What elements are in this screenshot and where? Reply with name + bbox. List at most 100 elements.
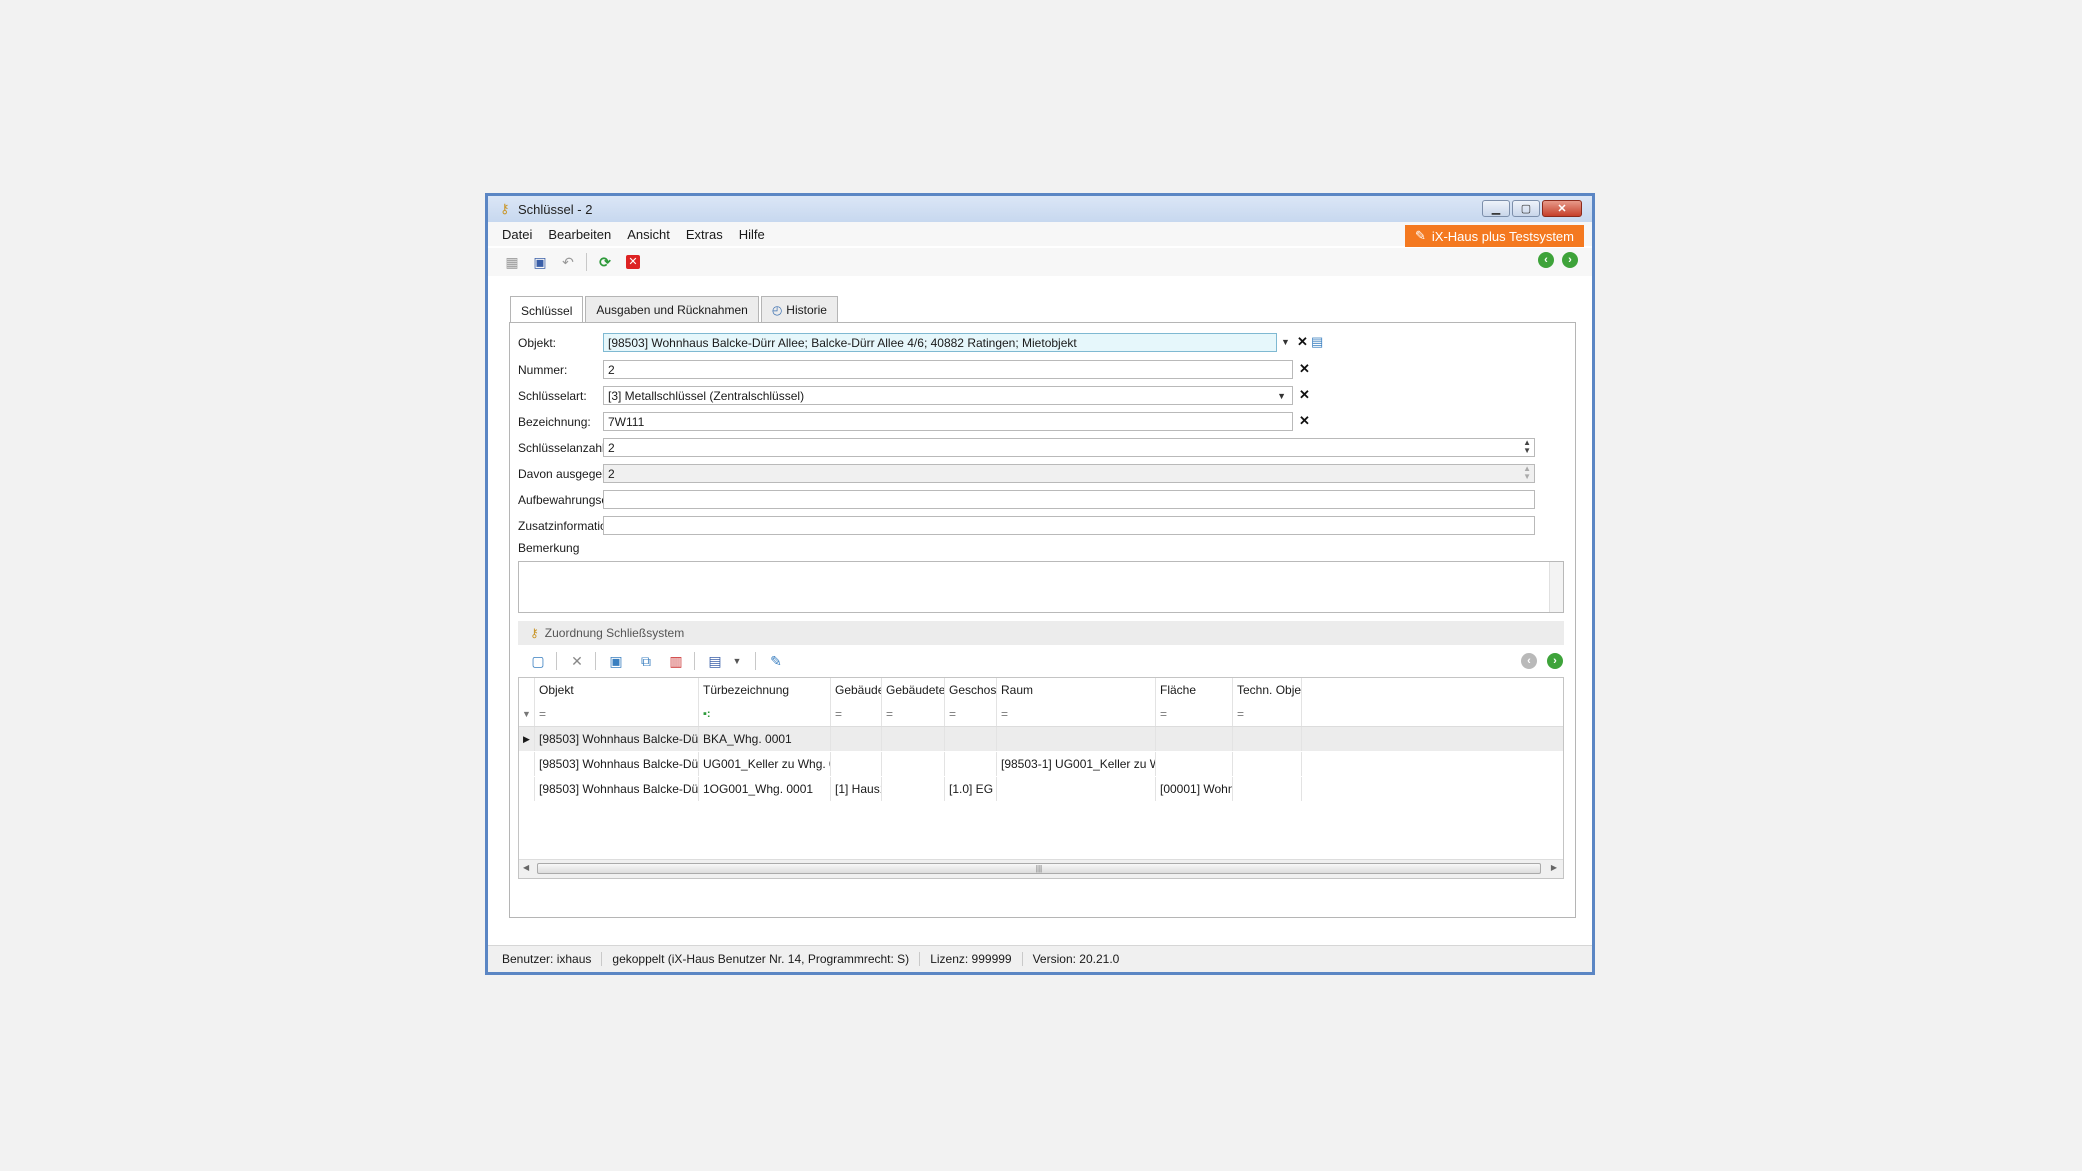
remove-icon[interactable]: ✕ (567, 651, 587, 671)
refresh-icon[interactable]: ⟳ (595, 252, 615, 272)
schliesssystem-title: Zuordnung Schließsystem (544, 626, 685, 640)
filter-cell[interactable]: = (831, 702, 882, 726)
previous-record-icon[interactable]: ‹ (1538, 252, 1554, 268)
schluesselanzahl-spinner-icon[interactable]: ▲ ▼ (1523, 439, 1531, 455)
objekt-dropdown-icon[interactable]: ▼ (1281, 337, 1290, 347)
objekt-lookup-icon[interactable]: ▤ (1311, 334, 1323, 350)
column-header-raum[interactable]: Raum (997, 678, 1156, 702)
menu-ansicht[interactable]: Ansicht (627, 227, 670, 242)
column-header-objekt[interactable]: Objekt (535, 678, 699, 702)
cell-geschoss[interactable]: [1.0] EG (945, 777, 997, 801)
schluesselart-dropdown-icon[interactable]: ▼ (1277, 391, 1286, 401)
aufbewahrungsort-field[interactable] (603, 490, 1535, 509)
delete-icon[interactable]: ✕ (623, 252, 643, 272)
nummer-clear-icon[interactable]: ✕ (1299, 361, 1310, 377)
cell-techn-objekt[interactable] (1233, 777, 1302, 801)
export-dropdown-icon[interactable]: ▼ (727, 651, 747, 671)
filter-cell[interactable]: = (535, 702, 699, 726)
cell-flaeche[interactable] (1156, 752, 1233, 776)
cell-tuerbezeichnung[interactable]: BKA_Whg. 0001 (699, 727, 831, 751)
export-icon[interactable]: ▤ (705, 651, 725, 671)
save-close-icon[interactable]: ▣ (530, 252, 550, 272)
tab-ausgaben[interactable]: Ausgaben und Rücknahmen (585, 296, 759, 322)
new-icon[interactable]: ▢ (528, 651, 548, 671)
menu-bearbeiten[interactable]: Bearbeiten (548, 227, 611, 242)
next-row-icon[interactable]: › (1547, 653, 1563, 669)
filter-cell[interactable]: = (1156, 702, 1233, 726)
close-button[interactable]: ✕ (1542, 200, 1582, 217)
cell-raum[interactable]: [98503-1] UG001_Keller zu Whg. 0001 (997, 752, 1156, 776)
cell-objekt[interactable]: [98503] Wohnhaus Balcke-Dürr Allee; ... (535, 727, 699, 751)
cell-objekt[interactable]: [98503] Wohnhaus Balcke-Dürr Allee; ... (535, 777, 699, 801)
cell-objekt[interactable]: [98503] Wohnhaus Balcke-Dürr Allee; ... (535, 752, 699, 776)
table-row[interactable]: ▶ [98503] Wohnhaus Balcke-Dürr Allee; ..… (519, 727, 1563, 751)
cell-techn-objekt[interactable] (1233, 727, 1302, 751)
filter-cell[interactable]: = (882, 702, 945, 726)
minimize-button[interactable]: ▁ (1482, 200, 1510, 217)
cell-gebaeudeteil[interactable] (882, 777, 945, 801)
filter-cell[interactable]: ▪: (699, 702, 831, 726)
schluesselart-value: [3] Metallschlüssel (Zentralschlüssel) (608, 388, 805, 403)
tab-schluessel[interactable]: Schlüssel (510, 296, 584, 324)
cell-tuerbezeichnung[interactable]: UG001_Keller zu Whg. 0001 (699, 752, 831, 776)
bezeichnung-field[interactable]: 7W111 (603, 412, 1293, 431)
cell-geschoss[interactable] (945, 752, 997, 776)
cell-flaeche[interactable] (1156, 727, 1233, 751)
cell-techn-objekt[interactable] (1233, 752, 1302, 776)
objekt-field[interactable]: [98503] Wohnhaus Balcke-Dürr Allee; Balc… (603, 333, 1277, 352)
scroll-left-icon[interactable]: ◀ (523, 863, 529, 872)
column-header-geschoss[interactable]: Geschoss (945, 678, 997, 702)
schluesselart-clear-icon[interactable]: ✕ (1299, 387, 1310, 403)
undo-icon[interactable]: ↶ (558, 252, 578, 272)
cell-gebaeudeteil[interactable] (882, 727, 945, 751)
save-icon[interactable]: ▦ (502, 252, 522, 272)
tab-historie[interactable]: ◴ Historie (760, 296, 838, 322)
schluesselart-field[interactable]: [3] Metallschlüssel (Zentralschlüssel) ▼ (603, 386, 1293, 405)
row-selector[interactable] (519, 752, 535, 776)
app-window: ⚷ Schlüssel - 2 ▁ ▢ ✕ Datei Bearbeiten A… (485, 193, 1595, 975)
menu-hilfe[interactable]: Hilfe (739, 227, 765, 242)
schluesselanzahl-field[interactable]: 2 ▲ ▼ (603, 438, 1535, 457)
filter-icon[interactable]: ▼ (519, 702, 535, 726)
title-bar[interactable]: ⚷ Schlüssel - 2 ▁ ▢ ✕ (488, 196, 1592, 222)
row-selector[interactable] (519, 777, 535, 801)
filter-cell[interactable]: = (997, 702, 1156, 726)
cell-gebaeudeteil[interactable] (882, 752, 945, 776)
schluesselanzahl-value: 2 (608, 440, 615, 455)
column-header-tuerbezeichnung[interactable]: Türbezeichnung (699, 678, 831, 702)
assign-icon[interactable]: ▣ (606, 651, 626, 671)
menu-extras[interactable]: Extras (686, 227, 723, 242)
column-header-flaeche[interactable]: Fläche (1156, 678, 1233, 702)
filter-cell[interactable]: = (945, 702, 997, 726)
grid-horizontal-scrollbar[interactable]: ◀ ||| ▶ (519, 859, 1563, 878)
cell-raum[interactable] (997, 727, 1156, 751)
cell-raum[interactable] (997, 777, 1156, 801)
cell-flaeche[interactable]: [00001] Wohnung (1156, 777, 1233, 801)
column-header-gebaeudeteil[interactable]: Gebäudeteil (882, 678, 945, 702)
cell-gebaeude[interactable] (831, 727, 882, 751)
maximize-button[interactable]: ▢ (1512, 200, 1540, 217)
table-row[interactable]: [98503] Wohnhaus Balcke-Dürr Allee; ... … (519, 777, 1563, 801)
bemerkung-scrollbar[interactable] (1549, 562, 1563, 612)
table-row[interactable]: [98503] Wohnhaus Balcke-Dürr Allee; ... … (519, 752, 1563, 776)
edit-icon[interactable]: ✎ (766, 651, 786, 671)
column-header-techn-objekt[interactable]: Techn. Objekt (1233, 678, 1302, 702)
zusatzinformation-field[interactable] (603, 516, 1535, 535)
filter-cell[interactable]: = (1233, 702, 1302, 726)
nummer-field[interactable]: 2 (603, 360, 1293, 379)
objekt-clear-icon[interactable]: ✕ (1297, 334, 1308, 350)
next-record-icon[interactable]: › (1562, 252, 1578, 268)
previous-row-icon[interactable]: ‹ (1521, 653, 1537, 669)
cell-tuerbezeichnung[interactable]: 1OG001_Whg. 0001 (699, 777, 831, 801)
cell-gebaeude[interactable] (831, 752, 882, 776)
scrollbar-thumb[interactable]: ||| (537, 863, 1541, 874)
unlink-icon[interactable]: ▥ (666, 651, 686, 671)
cell-geschoss[interactable] (945, 727, 997, 751)
link-icon[interactable]: ⧉ (636, 651, 656, 671)
menu-datei[interactable]: Datei (502, 227, 532, 242)
cell-gebaeude[interactable]: [1] Haus1 (831, 777, 882, 801)
bezeichnung-clear-icon[interactable]: ✕ (1299, 413, 1310, 429)
scroll-right-icon[interactable]: ▶ (1551, 863, 1557, 872)
bemerkung-textarea[interactable] (518, 561, 1564, 613)
column-header-gebaeude[interactable]: Gebäude (831, 678, 882, 702)
